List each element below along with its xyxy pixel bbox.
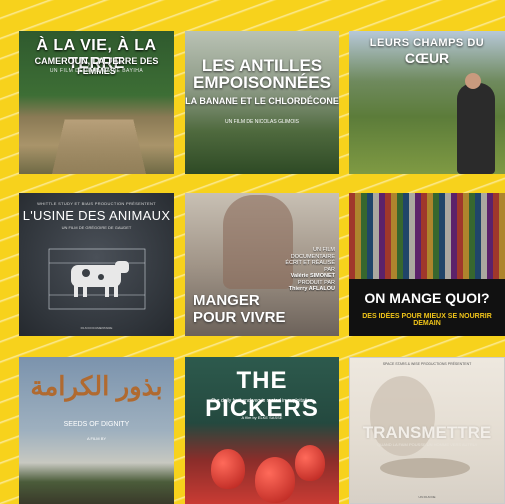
poster-title: MANGER POUR VIVRE — [193, 292, 286, 326]
poster-credit: UN FILM DE NICOLAS GLIMOIS — [225, 119, 299, 125]
farmland-image — [50, 119, 148, 174]
poster-title-line1: MANGER — [193, 292, 260, 309]
poster-subtitle: Our daily fruit and veg is rooted in exp… — [211, 398, 313, 404]
farmer-head — [465, 73, 481, 89]
poster-title: L'USINE DES ANIMAUX — [22, 208, 171, 223]
poster-footer: FILM DOCUMENTAIRE — [80, 326, 113, 330]
poster-credit: UN FILM DE JEAN-MARIE BAYIHA — [49, 68, 144, 74]
poster-info-line: UN FILM DOCUMENTAIRE — [290, 247, 335, 260]
poster-leurs-champs-du-coeur[interactable]: LEURS CHAMPS DU CŒUR — [349, 31, 505, 174]
strawberry-icon — [255, 457, 295, 503]
poster-title: TRANSMETTRE — [362, 423, 492, 442]
poster-title: LEURS CHAMPS DU — [369, 37, 485, 49]
poster-credit: UN FILM DE GRÉGOIRE DE GAUDET — [61, 225, 132, 230]
market-stall-image — [349, 193, 505, 279]
poster-l-usine-des-animaux[interactable]: WHITTLE STUDY ET BIAIS PRODUCTION PRÉSEN… — [19, 193, 174, 336]
poster-on-mange-quoi[interactable]: ON MANGE QUOI? DES IDÉES POUR MIEUX SE N… — [349, 193, 505, 336]
strawberry-icon — [295, 445, 325, 481]
poster-subtitle: LA BANANE ET LE CHLORDÉCONE — [185, 96, 339, 106]
poster-les-antilles-empoisonnees[interactable]: LES ANTILLES EMPOISONNÉES LA BANANE ET L… — [185, 31, 339, 174]
poster-subtitle: DES IDÉES POUR MIEUX SE NOURRIR DEMAIN — [362, 313, 492, 327]
farmer-figure — [457, 83, 495, 174]
strawberry-icon — [211, 449, 245, 489]
poster-info: UN FILM DOCUMENTAIRE ÉCRIT ET RÉALISÉ PA… — [275, 247, 335, 293]
poster-subtitle: QUAND LA FAIM POUSSE UN HOMME VERS AUTRU… — [377, 442, 477, 447]
cow-blueprint-icon — [48, 248, 146, 310]
poster-manger-pour-vivre[interactable]: UN FILM DOCUMENTAIRE ÉCRIT ET RÉALISÉ PA… — [185, 193, 339, 336]
poster-credit: UN FILM DE — [418, 495, 436, 499]
poster-credit: A film by ELKE SASSE — [241, 415, 283, 420]
poster-a-la-vie-a-la-terre[interactable]: À LA VIE, À LA TERRE CAMEROUN, LA TERRE … — [19, 31, 174, 174]
poster-presenters: WHITTLE STUDY ET BIAIS PRODUCTION PRÉSEN… — [37, 201, 156, 206]
poster-presenters: SPACE STARS & WISE PRODUCTIONS PRÉSENTEN… — [382, 362, 472, 366]
poster-title-line2: POUR VIVRE — [193, 309, 286, 326]
poster-subtitle: SEEDS OF DIGNITY — [63, 421, 130, 428]
poster-credit: A FILM BY — [86, 436, 107, 441]
poster-transmettre[interactable]: SPACE STARS & WISE PRODUCTIONS PRÉSENTEN… — [349, 357, 505, 504]
plate-image — [380, 458, 470, 478]
poster-title: ON MANGE QUOI? — [364, 290, 490, 306]
poster-title-line2: CŒUR — [404, 50, 450, 66]
poster-arabic-title: بذور الكرامة — [30, 371, 163, 401]
title-band — [349, 279, 505, 336]
poster-seeds-of-dignity[interactable]: بذور الكرامة SEEDS OF DIGNITY A FILM BY — [19, 357, 174, 504]
poster-info-line: ÉCRIT ET RÉALISÉ PAR — [285, 260, 335, 273]
poster-title: LES ANTILLES EMPOISONNÉES — [193, 56, 331, 92]
poster-the-pickers[interactable]: THE PICKERS Our daily fruit and veg is r… — [185, 357, 339, 504]
